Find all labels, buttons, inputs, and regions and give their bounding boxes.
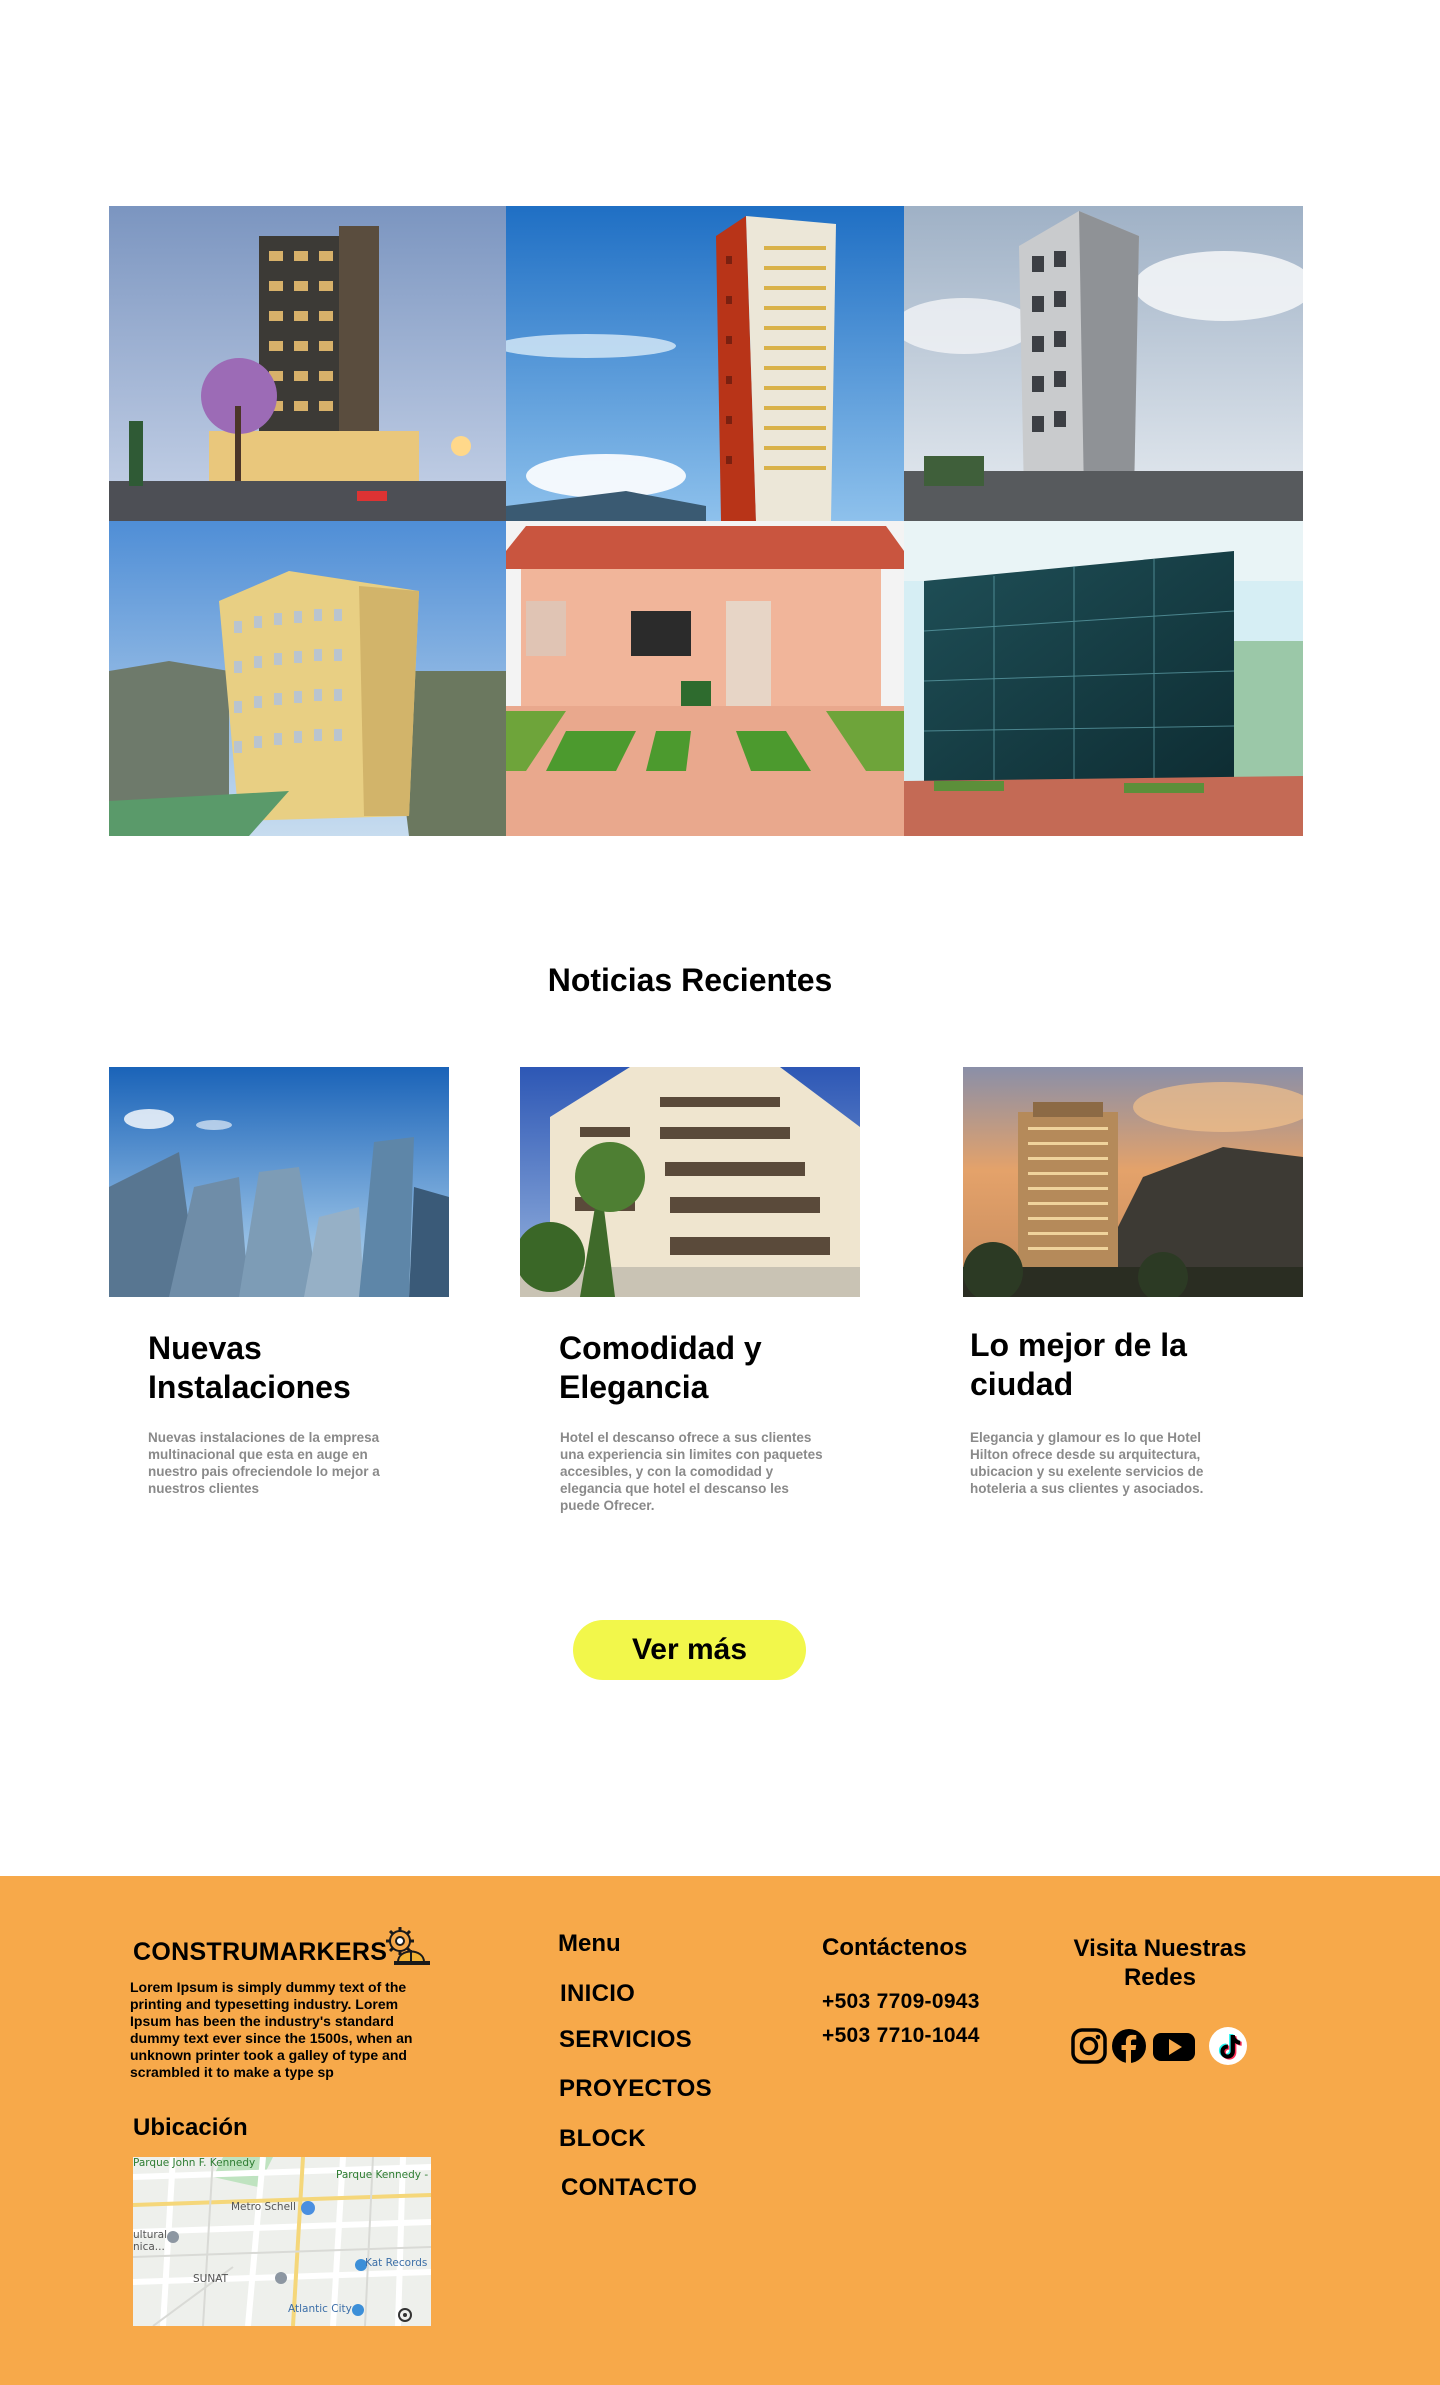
map-label: Atlantic City: [288, 2303, 352, 2315]
footer-link-block[interactable]: BLOCK: [559, 2125, 646, 2153]
footer-link-proyectos[interactable]: PROYECTOS: [559, 2075, 712, 2103]
facebook-icon[interactable]: [1109, 2026, 1149, 2066]
footer-phone[interactable]: +503 7710-1044: [822, 2024, 980, 2048]
map-label: Metro Schell: [231, 2201, 296, 2213]
gallery-image-modern-building[interactable]: [109, 206, 506, 521]
location-map[interactable]: Parque John F. Kennedy Parque Kennedy - …: [133, 2157, 431, 2326]
footer-link-contacto[interactable]: CONTACTO: [561, 2174, 697, 2202]
footer-phone[interactable]: +503 7709-0943: [822, 1990, 980, 2014]
gallery-image-yellow-hotel[interactable]: [109, 521, 506, 836]
news-card-image-hilton[interactable]: [963, 1067, 1303, 1297]
gallery-image-glass-building[interactable]: [904, 521, 1303, 836]
footer-contact-title: Contáctenos: [822, 1934, 968, 1961]
footer-link-servicios[interactable]: SERVICIOS: [559, 2026, 692, 2054]
map-label: ultural: [133, 2229, 168, 2241]
news-card[interactable]: Nuevas Instalaciones Nuevas instalacione…: [109, 1067, 449, 1496]
footer-brand-name[interactable]: CONSTRUMARKERS: [133, 1938, 387, 1967]
footer-social-title: Visita Nuestras Redes: [1073, 1935, 1247, 1991]
youtube-icon[interactable]: [1152, 2026, 1196, 2066]
footer-link-inicio[interactable]: INICIO: [560, 1980, 635, 2008]
ver-mas-button[interactable]: Ver más: [573, 1620, 806, 1680]
news-card-image-skyscrapers[interactable]: [109, 1067, 449, 1297]
news-card-title[interactable]: Comodidad y Elegancia: [559, 1329, 879, 1407]
news-card[interactable]: Lo mejor de la ciudad Elegancia y glamou…: [963, 1067, 1303, 1496]
site-footer: CONSTRUMARKERS Lorem Ipsum is simply dum…: [0, 1876, 1440, 2385]
news-card[interactable]: Comodidad y Elegancia Hotel el descanso …: [520, 1067, 860, 1513]
footer-menu-title: Menu: [558, 1930, 621, 1957]
map-label: Parque John F. Kennedy: [133, 2157, 256, 2169]
news-card-text: Hotel el descanso ofrece a sus clientes …: [560, 1430, 823, 1513]
news-section-title: Noticias Recientes: [547, 962, 833, 998]
news-card-image-apartment[interactable]: [520, 1067, 860, 1297]
news-card-title[interactable]: Lo mejor de la ciudad: [970, 1326, 1290, 1404]
map-label: Kat Records: [365, 2257, 428, 2269]
news-card-text: Nuevas instalaciones de la empresa multi…: [148, 1430, 380, 1496]
news-card-title[interactable]: Nuevas Instalaciones: [148, 1329, 468, 1407]
location-title: Ubicación: [133, 2114, 248, 2141]
map-label: nica...: [133, 2241, 165, 2253]
instagram-icon[interactable]: [1069, 2026, 1109, 2066]
gallery-image-peach-house[interactable]: [506, 521, 904, 836]
gallery-image-gray-tower[interactable]: [904, 206, 1303, 521]
construction-gear-helmet-icon: [382, 1926, 430, 1966]
project-gallery: [109, 206, 1303, 836]
gallery-image-red-tower[interactable]: [506, 206, 904, 521]
tiktok-icon[interactable]: [1208, 2026, 1248, 2066]
map-label: SUNAT: [193, 2273, 228, 2285]
news-card-text: Elegancia y glamour es lo que Hotel Hilt…: [970, 1430, 1204, 1496]
map-label: Parque Kennedy -: [336, 2169, 429, 2181]
footer-about-text: Lorem Ipsum is simply dummy text of the …: [130, 1979, 413, 2080]
